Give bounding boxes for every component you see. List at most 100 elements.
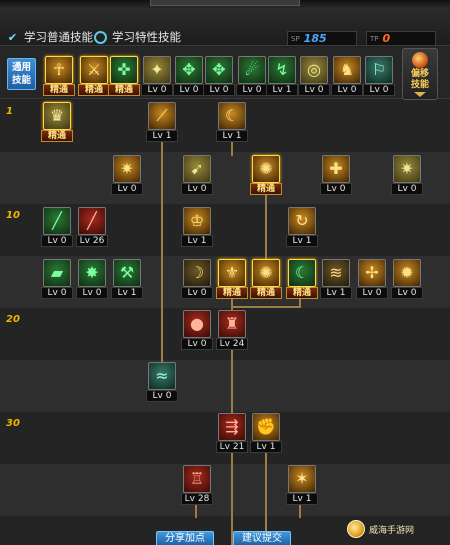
- skill-slot[interactable]: ♜ Lv 24: [216, 310, 248, 350]
- skill-level-label: 精通: [250, 287, 282, 299]
- radio-learn-common-skills[interactable]: ✔ 学习普通技能: [6, 28, 93, 46]
- skill-icon: ●: [183, 310, 211, 338]
- skill-slot[interactable]: ✺ 精通: [250, 155, 282, 195]
- skill-slot[interactable]: ≈ Lv 0: [146, 362, 178, 402]
- skill-slot[interactable]: ╱ Lv 0: [41, 207, 73, 247]
- skill-slot[interactable]: ✺ 精通: [250, 259, 282, 299]
- skill-icon: ☾: [288, 259, 316, 287]
- skill-slot[interactable]: ✢ Lv 0: [356, 259, 388, 299]
- skill-slot[interactable]: ⚔ 精通: [78, 56, 110, 96]
- submit-suggestion-button[interactable]: 建议提交: [233, 531, 291, 545]
- skill-level-label: Lv 1: [216, 130, 248, 142]
- skill-level-label: Lv 0: [181, 338, 213, 350]
- skill-slot[interactable]: ✸ Lv 0: [76, 259, 108, 299]
- skill-slot[interactable]: ✷ Lv 0: [391, 155, 423, 195]
- skill-level-label: Lv 0: [181, 287, 213, 299]
- skill-slot[interactable]: ⚐ Lv 0: [363, 56, 395, 96]
- skill-icon: ✺: [252, 259, 280, 287]
- skill-level-label: Lv 0: [41, 287, 73, 299]
- skill-level-label: Lv 0: [181, 183, 213, 195]
- skill-slot[interactable]: ☾ 精通: [286, 259, 318, 299]
- skill-slot[interactable]: ≋ Lv 1: [320, 259, 352, 299]
- skill-slot[interactable]: ☄ Lv 0: [236, 56, 268, 96]
- skill-slot[interactable]: ✦ Lv 0: [141, 56, 173, 96]
- skill-level-label: 精通: [216, 287, 248, 299]
- skill-slot[interactable]: ✹ Lv 0: [391, 259, 423, 299]
- skill-slot[interactable]: ✥ Lv 0: [173, 56, 205, 96]
- skill-slot[interactable]: ☽ Lv 0: [181, 259, 213, 299]
- skill-level-label: Lv 21: [216, 441, 248, 453]
- skill-icon: ☄: [238, 56, 266, 84]
- skill-icon: ♛: [43, 102, 71, 130]
- sp-value: 185: [303, 32, 327, 45]
- top-tab-strip: [150, 0, 300, 6]
- skill-slot[interactable]: ✜ 精通: [108, 56, 140, 96]
- skill-icon: ⚒: [113, 259, 141, 287]
- skill-slot[interactable]: ⚜ 精通: [216, 259, 248, 299]
- skill-icon: ⚜: [218, 259, 246, 287]
- offset-skills-button[interactable]: 偏移 技能: [402, 48, 438, 100]
- skill-level-label: 精通: [286, 287, 318, 299]
- skill-icon: ✥: [175, 56, 203, 84]
- skill-icon: ⟋: [148, 102, 176, 130]
- skill-icon: ✸: [78, 259, 106, 287]
- skill-icon: ☥: [45, 56, 73, 84]
- skill-icon: ♖: [183, 465, 211, 493]
- watermark-text: 威海手游网: [369, 525, 415, 536]
- site-watermark: 威海手游网: [347, 520, 443, 538]
- skill-slot[interactable]: ♖ Lv 28: [181, 465, 213, 505]
- skill-slot[interactable]: ╱ Lv 26: [76, 207, 108, 247]
- skill-icon: ✦: [143, 56, 171, 84]
- skill-slot[interactable]: ☥ 精通: [43, 56, 75, 96]
- skill-slot[interactable]: ▰ Lv 0: [41, 259, 73, 299]
- level-marker: 1: [6, 106, 13, 117]
- tree-connector-line: [161, 140, 163, 364]
- skill-slot[interactable]: ♔ Lv 1: [181, 207, 213, 247]
- skill-level-label: Lv 0: [356, 287, 388, 299]
- tree-row-band: [0, 464, 450, 516]
- offset-skills-label: 偏移 技能: [410, 69, 429, 90]
- share-points-button[interactable]: 分享加点: [156, 531, 214, 545]
- skill-slot[interactable]: ⇶ Lv 21: [216, 413, 248, 453]
- skill-slot[interactable]: ⚒ Lv 1: [111, 259, 143, 299]
- level-marker: 20: [6, 314, 20, 325]
- skill-icon: ↯: [268, 56, 296, 84]
- skill-slot[interactable]: ◎ Lv 0: [298, 56, 330, 96]
- skill-slot[interactable]: ⟋ Lv 1: [146, 102, 178, 142]
- skill-icon: ➹: [183, 155, 211, 183]
- skill-level-label: 精通: [108, 84, 140, 96]
- skill-slot[interactable]: ♛ 精通: [41, 102, 73, 142]
- tree-row-band: [0, 360, 450, 412]
- unchecked-radio-icon: [94, 30, 107, 44]
- skill-slot[interactable]: ↯ Lv 1: [266, 56, 298, 96]
- skill-slot[interactable]: ✥ Lv 0: [203, 56, 235, 96]
- skill-level-label: Lv 0: [320, 183, 352, 195]
- skill-level-label: Lv 0: [236, 84, 268, 96]
- skill-level-label: Lv 0: [111, 183, 143, 195]
- skill-icon: ⚔: [80, 56, 108, 84]
- skill-slot[interactable]: ↻ Lv 1: [286, 207, 318, 247]
- skill-slot[interactable]: ● Lv 0: [181, 310, 213, 350]
- skill-slot[interactable]: ✚ Lv 0: [320, 155, 352, 195]
- skill-slot[interactable]: ✷ Lv 0: [111, 155, 143, 195]
- skill-icon: ♔: [183, 207, 211, 235]
- skill-level-label: Lv 0: [331, 84, 363, 96]
- offset-skills-orb-icon: [412, 52, 428, 68]
- skill-icon: ☽: [183, 259, 211, 287]
- skill-level-label: Lv 1: [111, 287, 143, 299]
- skill-level-label: Lv 26: [76, 235, 108, 247]
- skill-icon: ✺: [252, 155, 280, 183]
- skill-icon: ✜: [110, 56, 138, 84]
- tree-row-band: [0, 152, 450, 204]
- skill-slot[interactable]: ✊ Lv 1: [250, 413, 282, 453]
- skill-level-label: Lv 0: [363, 84, 395, 96]
- radio-learn-special-skills[interactable]: 学习特性技能: [94, 28, 181, 46]
- skill-slot[interactable]: ☾ Lv 1: [216, 102, 248, 142]
- skill-slot[interactable]: ➹ Lv 0: [181, 155, 213, 195]
- skill-level-label: Lv 0: [391, 183, 423, 195]
- skill-header: ✔ 学习普通技能 学习特性技能 SP 185 TP 0: [0, 8, 450, 46]
- skill-level-label: Lv 1: [181, 235, 213, 247]
- skill-icon: ╱: [78, 207, 106, 235]
- skill-slot[interactable]: ✶ Lv 1: [286, 465, 318, 505]
- skill-slot[interactable]: ♞ Lv 0: [331, 56, 363, 96]
